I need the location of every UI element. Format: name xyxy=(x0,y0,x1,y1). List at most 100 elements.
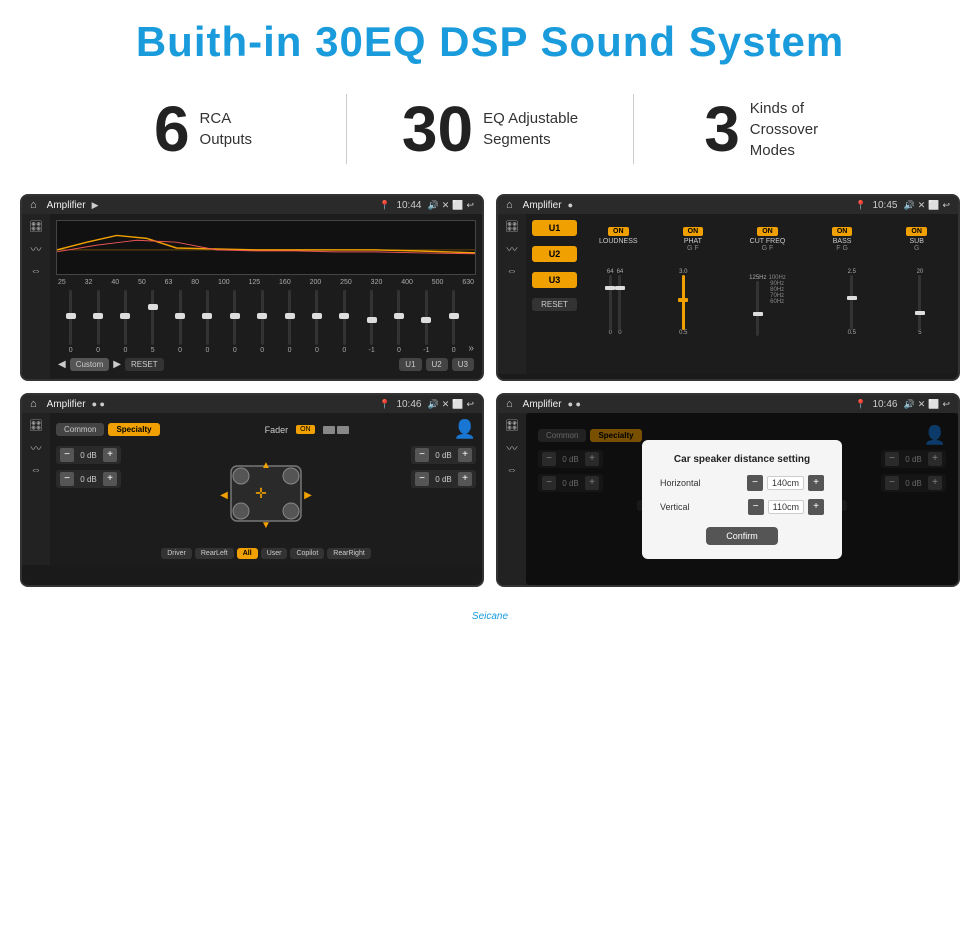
eq-icon-1[interactable]: 🎛 xyxy=(29,220,43,233)
user-icon-3[interactable]: 👤 xyxy=(454,419,476,440)
wave-icon-2[interactable]: 〰 xyxy=(507,241,518,257)
svg-text:▼: ▼ xyxy=(261,520,271,531)
wave-icon-4[interactable]: 〰 xyxy=(507,440,518,456)
preset-custom-btn[interactable]: Custom xyxy=(70,358,110,371)
slider-col-2: 0 xyxy=(85,290,110,354)
play-icon-1[interactable]: ▶ xyxy=(92,200,99,211)
phat-on[interactable]: ON xyxy=(683,227,704,236)
vol-icon-2[interactable]: 🔊 xyxy=(903,200,914,211)
u2-btn[interactable]: U2 xyxy=(532,246,577,262)
prev-btn[interactable]: ◀ xyxy=(58,359,66,370)
preset-u1-btn[interactable]: U1 xyxy=(399,358,421,371)
db-plus-bl[interactable]: + xyxy=(103,472,117,486)
window-icon-3[interactable]: ⬜ xyxy=(452,399,463,410)
more-icon[interactable]: » xyxy=(468,343,474,354)
screen2-time: 10:45 xyxy=(872,200,897,211)
back-icon-4[interactable]: ↩ xyxy=(942,399,950,410)
horizontal-minus-btn[interactable]: − xyxy=(747,475,763,491)
eq-icon-3[interactable]: 🎛 xyxy=(29,419,43,432)
vol-icon-4[interactable]: 🔊 xyxy=(903,399,914,410)
rearright-btn[interactable]: RearRight xyxy=(327,548,371,559)
home-icon-1[interactable]: ⌂ xyxy=(30,199,37,211)
close-icon-4[interactable]: ✕ xyxy=(918,399,926,410)
screen2-wrapper: 🎛 〰 ⇔ U1 U2 U3 RESET xyxy=(498,214,958,374)
reset-btn-1[interactable]: RESET xyxy=(125,358,164,371)
screen2-title: Amplifier xyxy=(523,200,562,211)
eq-labels: 253240 506380 100125160 200250320 400500… xyxy=(56,279,476,286)
common-tab[interactable]: Common xyxy=(56,423,104,436)
db-minus-br[interactable]: − xyxy=(415,472,429,486)
slider-col-8: 0 xyxy=(250,290,275,354)
dot-icon-4: ● ● xyxy=(568,399,581,409)
loudness-on[interactable]: ON xyxy=(608,227,629,236)
stat-number-eq: 30 xyxy=(402,97,473,161)
vol-icon-1[interactable]: 🔊 xyxy=(427,200,438,211)
db-plus-tr[interactable]: + xyxy=(458,448,472,462)
eq-icon-4[interactable]: 🎛 xyxy=(505,419,519,432)
vol-icon-3[interactable]: 🔊 xyxy=(427,399,438,410)
wave-icon-1[interactable]: 〰 xyxy=(31,241,42,257)
user-btn[interactable]: User xyxy=(261,548,288,559)
location-icon-3: 📍 xyxy=(379,399,390,410)
next-btn[interactable]: ▶ xyxy=(113,359,121,370)
preset-u3-btn[interactable]: U3 xyxy=(452,358,474,371)
location-icon-4: 📍 xyxy=(855,399,866,410)
vertical-value: 110cm xyxy=(768,500,804,514)
dialog-vertical-row: Vertical − 110cm + xyxy=(660,499,824,515)
screen3-wrapper: 🎛 〰 ⇔ Common Specialty Fader ON � xyxy=(22,413,482,565)
sub-on[interactable]: ON xyxy=(906,227,927,236)
bass-on[interactable]: ON xyxy=(832,227,853,236)
home-icon-2[interactable]: ⌂ xyxy=(506,199,513,211)
screen1-content: 253240 506380 100125160 200250320 400500… xyxy=(50,214,482,379)
home-icon-3[interactable]: ⌂ xyxy=(30,398,37,410)
dialog-screen-main: Common Specialty 👤 − 0 dB + xyxy=(526,413,958,585)
fader-on-badge[interactable]: ON xyxy=(296,425,315,434)
cutfreq-on[interactable]: ON xyxy=(757,227,778,236)
driver-btn[interactable]: Driver xyxy=(161,548,192,559)
vertical-minus-btn[interactable]: − xyxy=(748,499,764,515)
close-icon-1[interactable]: ✕ xyxy=(442,200,450,211)
side-icons-4: 🎛 〰 ⇔ xyxy=(498,413,526,585)
back-icon-2[interactable]: ↩ xyxy=(942,200,950,211)
dot-icon-2: ● xyxy=(568,200,573,210)
window-icon-4[interactable]: ⬜ xyxy=(928,399,939,410)
arrows-icon-3[interactable]: ⇔ xyxy=(31,464,42,476)
vertical-plus-btn[interactable]: + xyxy=(808,499,824,515)
wave-icon-3[interactable]: 〰 xyxy=(31,440,42,456)
arrows-icon-2[interactable]: ⇔ xyxy=(507,265,518,277)
arrows-icon-1[interactable]: ⇔ xyxy=(31,265,42,277)
home-icon-4[interactable]: ⌂ xyxy=(506,398,513,410)
confirm-button[interactable]: Confirm xyxy=(706,527,778,545)
window-icon-1[interactable]: ⬜ xyxy=(452,200,463,211)
db-plus-tl[interactable]: + xyxy=(103,448,117,462)
db-minus-tl[interactable]: − xyxy=(60,448,74,462)
stat-number-crossover: 3 xyxy=(704,97,740,161)
horizontal-plus-btn[interactable]: + xyxy=(808,475,824,491)
svg-text:▶: ▶ xyxy=(304,490,312,501)
close-icon-3[interactable]: ✕ xyxy=(442,399,450,410)
stat-number-rca: 6 xyxy=(154,97,190,161)
u1-btn[interactable]: U1 xyxy=(532,220,577,236)
arrows-icon-4[interactable]: ⇔ xyxy=(507,464,518,476)
rearleft-btn[interactable]: RearLeft xyxy=(195,548,234,559)
window-icon-2[interactable]: ⬜ xyxy=(928,200,939,211)
all-btn[interactable]: All xyxy=(237,548,258,559)
vertical-control: − 110cm + xyxy=(748,499,824,515)
eq-icon-2[interactable]: 🎛 xyxy=(505,220,519,233)
db-minus-bl[interactable]: − xyxy=(60,472,74,486)
db-control-tl: − 0 dB + xyxy=(56,446,121,464)
db-val-tr: 0 dB xyxy=(432,451,455,460)
back-icon-3[interactable]: ↩ xyxy=(466,399,474,410)
db-minus-tr[interactable]: − xyxy=(415,448,429,462)
status-icons-4: 🔊 ✕ ⬜ ↩ xyxy=(903,399,950,410)
copilot-btn[interactable]: Copilot xyxy=(290,548,324,559)
reset-btn-2[interactable]: RESET xyxy=(532,298,577,311)
specialty-tab[interactable]: Specialty xyxy=(108,423,159,436)
dialog-box: Car speaker distance setting Horizontal … xyxy=(642,440,842,559)
db-plus-br[interactable]: + xyxy=(458,472,472,486)
status-icons-1: 🔊 ✕ ⬜ ↩ xyxy=(427,200,474,211)
u3-btn[interactable]: U3 xyxy=(532,272,577,288)
back-icon-1[interactable]: ↩ xyxy=(466,200,474,211)
close-icon-2[interactable]: ✕ xyxy=(918,200,926,211)
preset-u2-btn[interactable]: U2 xyxy=(426,358,448,371)
